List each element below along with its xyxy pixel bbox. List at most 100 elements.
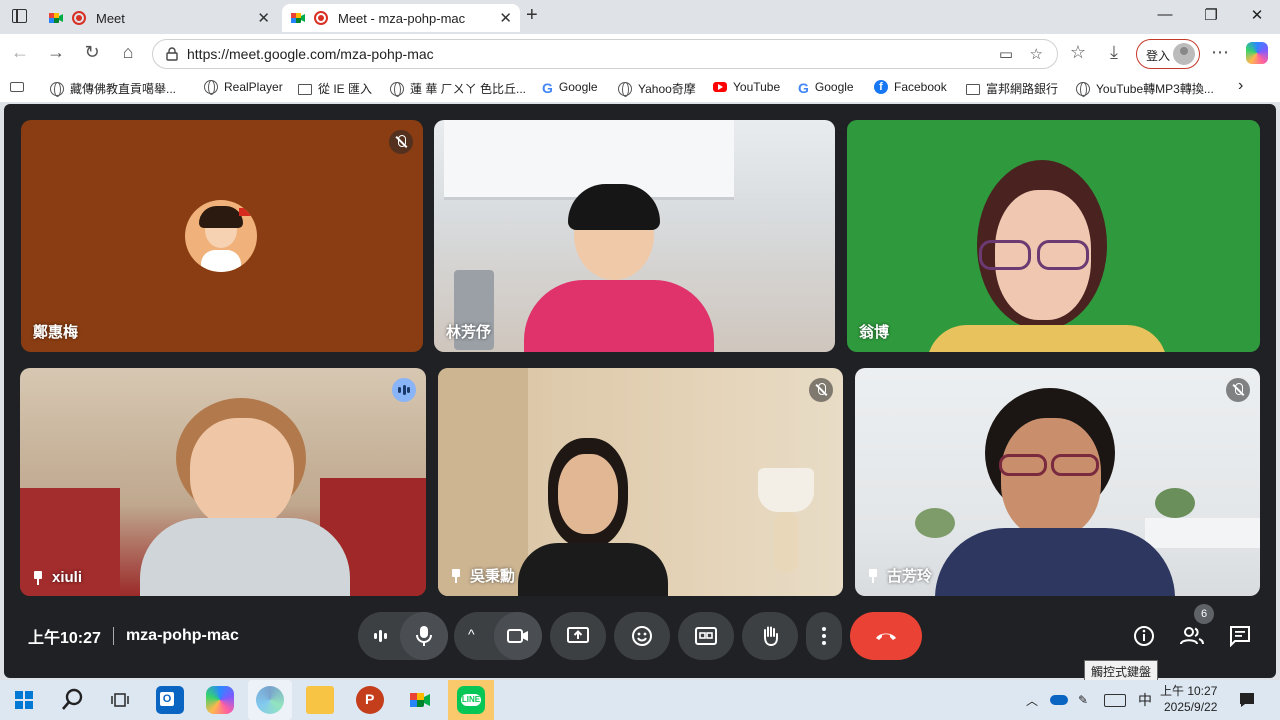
- system-clock[interactable]: 上午 10:27 2025/9/22: [1160, 683, 1217, 715]
- participant-tile[interactable]: xiuli: [20, 368, 426, 596]
- mic-group: [358, 612, 448, 660]
- favorite-item[interactable]: YouTube轉MP3轉換...: [1076, 80, 1214, 97]
- close-tab-icon[interactable]: ✕: [257, 9, 270, 27]
- close-window-icon[interactable]: ✕: [1242, 6, 1272, 24]
- touch-keyboard-icon[interactable]: [1104, 680, 1126, 720]
- site-info-icon[interactable]: [165, 47, 179, 61]
- info-icon: [1134, 626, 1154, 646]
- search-icon[interactable]: [58, 686, 86, 714]
- address-bar[interactable]: https://meet.google.com/mza-pohp-mac ▭ ☆: [152, 39, 1058, 69]
- favorite-item[interactable]: 藏傳佛教直貢噶舉...: [50, 80, 176, 97]
- pin-icon[interactable]: [32, 570, 44, 585]
- globe-icon: [618, 81, 632, 97]
- hang-up-icon: [876, 633, 896, 640]
- url-text: https://meet.google.com/mza-pohp-mac: [187, 46, 434, 62]
- favorite-folder[interactable]: 富邦網路銀行: [966, 80, 1058, 97]
- participant-tile[interactable]: 林芳伃: [434, 120, 835, 352]
- participant-tile[interactable]: 吳秉勳: [438, 368, 843, 596]
- more-options-button[interactable]: [806, 612, 842, 660]
- tab-meet-active[interactable]: Meet - mza-pohp-mac ✕: [282, 4, 520, 32]
- ime-indicator[interactable]: 中: [1138, 680, 1152, 720]
- task-view-icon[interactable]: [106, 686, 134, 714]
- meet-icon: [290, 10, 306, 26]
- reactions-button[interactable]: [614, 612, 670, 660]
- outlook-icon[interactable]: O: [156, 686, 184, 714]
- present-screen-button[interactable]: [550, 612, 606, 660]
- new-tab-icon[interactable]: +: [526, 4, 538, 27]
- favorite-item[interactable]: RealPlayer: [204, 80, 283, 95]
- refresh-icon[interactable]: ↻: [80, 42, 104, 63]
- pen-icon[interactable]: ✎: [1078, 680, 1088, 720]
- back-icon[interactable]: ←: [8, 42, 32, 63]
- reading-list-icon[interactable]: [10, 80, 24, 92]
- show-hidden-icons[interactable]: ︿: [1026, 680, 1038, 720]
- audio-level-icon: [374, 629, 388, 643]
- camera-button[interactable]: [494, 612, 542, 660]
- participant-name: 吳秉勳: [450, 565, 515, 586]
- favorites-icon[interactable]: ☆: [1066, 42, 1090, 63]
- folder-icon: [966, 84, 980, 95]
- camera-icon[interactable]: ▭: [999, 45, 1013, 63]
- google-icon: G: [542, 80, 553, 96]
- meeting-info: 上午10:27 mza-pohp-mac: [28, 624, 239, 648]
- meet-taskbar-icon[interactable]: [406, 686, 434, 714]
- tab-actions-icon[interactable]: [12, 8, 27, 23]
- minimize-icon[interactable]: —: [1150, 6, 1180, 23]
- favorite-folder[interactable]: 從 IE 匯入: [298, 80, 372, 97]
- meeting-details-button[interactable]: [1128, 620, 1160, 652]
- copilot-icon[interactable]: [1246, 42, 1268, 64]
- pin-icon[interactable]: [867, 568, 879, 583]
- globe-icon: [1076, 81, 1090, 97]
- home-icon[interactable]: ⌂: [116, 42, 140, 63]
- participant-tile[interactable]: 翁博: [847, 120, 1260, 352]
- pin-icon[interactable]: [450, 568, 462, 583]
- favorite-item[interactable]: YouTube: [713, 80, 780, 94]
- line-app-icon[interactable]: LINE: [457, 686, 485, 714]
- camera-group: ^: [454, 612, 542, 660]
- chat-button[interactable]: [1224, 620, 1256, 652]
- muted-mic-icon: [1226, 378, 1250, 402]
- people-icon: [1180, 627, 1204, 645]
- microphone-button[interactable]: [400, 612, 448, 660]
- captions-button[interactable]: [678, 612, 734, 660]
- emoji-icon: [632, 626, 652, 646]
- windows-start-icon[interactable]: [10, 686, 38, 714]
- meeting-time: 上午10:27: [28, 630, 101, 647]
- chevron-right-icon[interactable]: ›: [1238, 77, 1243, 95]
- favorite-star-icon[interactable]: ☆: [1030, 45, 1043, 63]
- powerpoint-icon[interactable]: P: [356, 686, 384, 714]
- forward-icon[interactable]: →: [44, 42, 68, 63]
- close-tab-icon[interactable]: ✕: [499, 9, 512, 27]
- globe-icon: [204, 80, 218, 95]
- clock-time: 上午 10:27: [1160, 684, 1218, 698]
- favorite-item[interactable]: G Google: [798, 80, 854, 96]
- more-options-icon[interactable]: ⋯: [1208, 42, 1232, 63]
- favorite-item[interactable]: Yahoo奇摩: [618, 80, 696, 97]
- onedrive-icon[interactable]: [1050, 680, 1068, 720]
- video-camera-icon: [507, 629, 528, 643]
- favorite-item[interactable]: f Facebook: [874, 80, 947, 94]
- participant-tile[interactable]: 古芳玲: [855, 368, 1260, 596]
- tab-meet[interactable]: Meet ✕: [40, 4, 278, 32]
- microphone-icon: [416, 626, 432, 646]
- favorite-item[interactable]: G Google: [542, 80, 598, 96]
- participant-tile[interactable]: 鄭惠梅: [21, 120, 423, 352]
- leave-call-button[interactable]: [850, 612, 922, 660]
- windows-taskbar: O P LINE ︿ ✎ 中 上午 10:27 2025/9/22: [0, 680, 1280, 720]
- people-button[interactable]: [1176, 620, 1208, 652]
- participant-name: 林芳伃: [446, 324, 492, 341]
- chat-icon: [1230, 626, 1250, 647]
- participant-name: 翁博: [859, 324, 890, 341]
- file-explorer-icon[interactable]: [306, 686, 334, 714]
- copilot-taskbar-icon[interactable]: [206, 686, 234, 714]
- raise-hand-button[interactable]: [742, 612, 798, 660]
- present-screen-icon: [567, 627, 589, 643]
- chevron-up-icon[interactable]: ^: [468, 626, 475, 642]
- login-button[interactable]: 登入: [1136, 39, 1200, 69]
- participant-name: 鄭惠梅: [33, 324, 79, 341]
- restore-icon[interactable]: ❐: [1196, 6, 1226, 24]
- muted-mic-icon: [809, 378, 833, 402]
- favorite-item[interactable]: 蓮 華 ㄏㄨㄚ 色比丘...: [390, 80, 526, 97]
- download-icon[interactable]: ⤓: [1102, 42, 1126, 63]
- notification-icon[interactable]: [1238, 680, 1256, 720]
